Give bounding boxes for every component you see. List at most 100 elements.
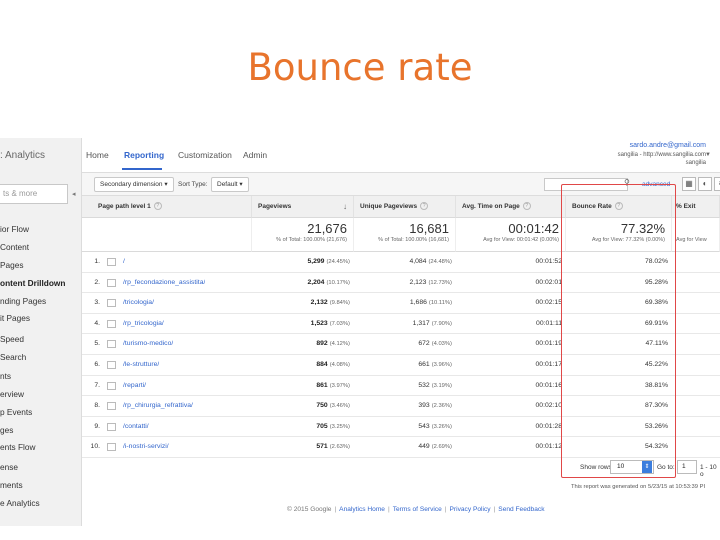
goto-label: Go to: bbox=[657, 464, 675, 471]
pageviews-percent: (24.45%) bbox=[326, 259, 350, 265]
footer-link-analytics-home[interactable]: Analytics Home bbox=[339, 506, 385, 513]
page-path-link[interactable]: /turismo-medico/ bbox=[123, 334, 173, 354]
nav-tab-admin[interactable]: Admin bbox=[243, 150, 267, 160]
sort-type-select[interactable]: Default ▾ bbox=[211, 177, 249, 192]
column-header-unique-pageviews[interactable]: Unique Pageviews? bbox=[354, 196, 456, 218]
pageviews-percent: (3.46%) bbox=[329, 403, 350, 410]
sidebar-item[interactable]: Search bbox=[0, 352, 26, 362]
account-property[interactable]: sangilia - http://www.sangilia.com bbox=[618, 152, 706, 158]
account-view[interactable]: sangilia bbox=[686, 160, 706, 166]
row-checkbox[interactable] bbox=[107, 422, 116, 431]
row-checkbox[interactable] bbox=[107, 258, 116, 266]
column-header-page-path[interactable]: Page path level 1? bbox=[82, 196, 252, 218]
avg-time-value: 00:01:16 bbox=[535, 381, 562, 389]
goto-page-input[interactable]: 1 bbox=[677, 460, 697, 474]
column-header-pageviews[interactable]: Pageviews ↓ bbox=[252, 196, 354, 218]
pageviews-percent: (10.17%) bbox=[326, 279, 350, 286]
search-icon[interactable]: ⚲ bbox=[624, 178, 630, 187]
page-path-link[interactable]: /reparti/ bbox=[123, 376, 146, 396]
footer-separator: | bbox=[444, 506, 447, 513]
unique-pageviews-cell: 1,317 (7.90%) bbox=[354, 314, 452, 334]
footer: © 2015 Google | Analytics Home | Terms of Se… bbox=[82, 506, 720, 513]
help-icon[interactable]: ? bbox=[522, 202, 531, 211]
nav-tab-reporting[interactable]: Reporting bbox=[124, 150, 164, 160]
page-path-link[interactable]: /rp_tricologia/ bbox=[123, 314, 164, 334]
sidebar-item[interactable]: it Pages bbox=[0, 313, 30, 323]
row-checkbox[interactable] bbox=[107, 340, 116, 349]
sidebar-item[interactable]: ents Flow bbox=[0, 442, 36, 452]
sidebar-item[interactable]: ense bbox=[0, 462, 18, 472]
help-icon[interactable]: ? bbox=[614, 202, 623, 211]
totals-bounce-value: 77.32% bbox=[620, 221, 665, 236]
secondary-dimension-label: Secondary dimension bbox=[100, 181, 163, 188]
sidebar-item[interactable]: nts bbox=[0, 371, 11, 381]
active-tab-indicator bbox=[122, 168, 162, 170]
pageviews-value: 571 bbox=[316, 443, 328, 451]
row-checkbox[interactable] bbox=[107, 319, 116, 328]
sidebar-item[interactable]: erview bbox=[0, 389, 24, 399]
rows-spinner-icon[interactable]: ⇕ bbox=[642, 461, 652, 473]
sidebar-item[interactable]: ges bbox=[0, 425, 13, 435]
footer-link-feedback[interactable]: Send Feedback bbox=[498, 506, 544, 513]
column-header-bounce-rate[interactable]: Bounce Rate? bbox=[566, 196, 672, 218]
row-checkbox[interactable] bbox=[107, 381, 116, 390]
unique-pageviews-percent: (2.69%) bbox=[431, 444, 452, 451]
pageviews-cell: 892 (4.12%) bbox=[252, 334, 350, 354]
page-path-link[interactable]: /i-nostri-servizi/ bbox=[123, 437, 169, 457]
sidebar-item[interactable]: Speed bbox=[0, 334, 24, 344]
advanced-filter-link[interactable]: advanced bbox=[642, 181, 670, 188]
list-view-icon[interactable]: ≡ bbox=[714, 177, 720, 191]
unique-pageviews-cell: 1,686 (10.11%) bbox=[354, 293, 452, 313]
page-path-link[interactable]: / bbox=[123, 252, 125, 272]
secondary-dimension-button[interactable]: Secondary dimension ▾ bbox=[94, 177, 174, 192]
row-checkbox[interactable] bbox=[107, 278, 116, 287]
table-view-icon[interactable]: ▦ bbox=[682, 177, 696, 191]
help-icon[interactable]: ? bbox=[153, 202, 162, 211]
table-filter-input[interactable] bbox=[544, 178, 628, 191]
avg-time-value: 00:01:17 bbox=[535, 361, 562, 368]
nav-tab-customization[interactable]: Customization bbox=[178, 150, 232, 160]
sidebar-item[interactable]: Pages bbox=[0, 260, 24, 270]
sidebar-search-input[interactable]: ts & more bbox=[0, 184, 68, 204]
footer-link-privacy[interactable]: Privacy Policy bbox=[450, 506, 491, 513]
pageviews-cell: 750 (3.46%) bbox=[252, 396, 350, 416]
account-email[interactable]: sardo.andre@gmail.com bbox=[630, 142, 706, 149]
sidebar-item[interactable]: ior Flow bbox=[0, 224, 29, 234]
help-icon[interactable]: ? bbox=[420, 202, 429, 211]
sidebar-item[interactable]: nding Pages bbox=[0, 296, 46, 306]
sidebar-item[interactable]: p Events bbox=[0, 407, 32, 417]
footer-link-terms[interactable]: Terms of Service bbox=[393, 506, 442, 513]
collapse-icon[interactable]: ◂ bbox=[72, 190, 76, 198]
sidebar-item[interactable]: ontent Drilldown bbox=[0, 278, 65, 288]
unique-pageviews-value: 672 bbox=[418, 340, 430, 348]
page-path-link[interactable]: /rp_chirurgia_refrattiva/ bbox=[123, 396, 193, 416]
row-checkbox[interactable] bbox=[107, 299, 116, 308]
report-table: Page path level 1? Pageviews ↓ Unique Pa… bbox=[82, 196, 720, 486]
page-path-link[interactable]: /contatti/ bbox=[123, 417, 149, 437]
page-path-link[interactable]: /le-strutture/ bbox=[123, 355, 159, 375]
row-number: 3. bbox=[94, 299, 100, 307]
row-checkbox[interactable] bbox=[107, 443, 116, 452]
page-path-link[interactable]: /tricologia/ bbox=[123, 293, 154, 313]
column-header-exit[interactable]: % Exit bbox=[672, 196, 720, 218]
sidebar-item[interactable]: Content bbox=[0, 242, 29, 252]
pie-view-icon[interactable]: ◐ bbox=[698, 177, 712, 191]
row-checkbox[interactable] bbox=[107, 361, 116, 369]
avg-time-value: 00:01:11 bbox=[536, 319, 562, 327]
row-range: 1 - 10 o bbox=[700, 464, 717, 478]
row-checkbox[interactable] bbox=[107, 402, 116, 411]
sidebar-item[interactable]: ments bbox=[0, 480, 23, 490]
sidebar-item[interactable]: e Analytics bbox=[0, 498, 40, 508]
pageviews-value: 1,523 bbox=[310, 319, 328, 327]
page-path-link[interactable]: /rp_fecondazione_assistita/ bbox=[123, 273, 205, 293]
sort-descending-icon[interactable]: ↓ bbox=[343, 196, 347, 217]
unique-pageviews-value: 4,084 bbox=[409, 258, 427, 265]
avg-time-value: 00:01:19 bbox=[535, 340, 562, 348]
nav-tab-home[interactable]: Home bbox=[86, 150, 109, 160]
row-number: 2. bbox=[94, 278, 100, 286]
unique-pageviews-percent: (2.36%) bbox=[431, 403, 452, 410]
column-header-label: % Exit bbox=[676, 203, 696, 210]
unique-pageviews-cell: 543 (3.26%) bbox=[354, 417, 452, 437]
account-dropdown-icon[interactable]: ▼ bbox=[705, 152, 711, 158]
column-header-avg-time[interactable]: Avg. Time on Page? bbox=[456, 196, 566, 218]
